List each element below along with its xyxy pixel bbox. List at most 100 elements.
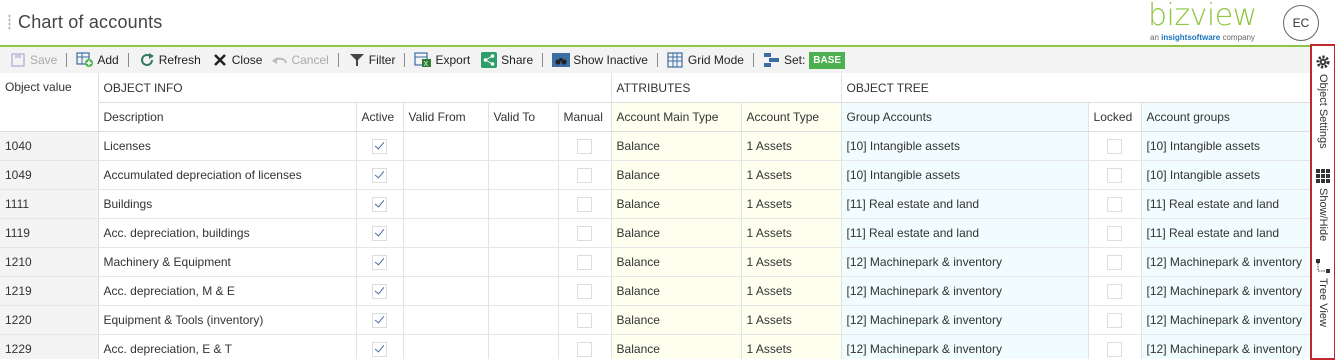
cell-account-groups[interactable]: [11] Real estate and land	[1140, 218, 1310, 248]
cell-valid-from[interactable]	[402, 276, 488, 306]
cell-account-type[interactable]: 1 Assets	[740, 305, 842, 335]
cell-manual[interactable]	[557, 189, 612, 219]
cell-account-type[interactable]: 1 Assets	[740, 334, 842, 359]
locked-checkbox[interactable]	[1107, 138, 1123, 154]
cell-valid-to[interactable]	[487, 247, 558, 277]
cell-group-accounts[interactable]: [10] Intangible assets	[840, 131, 1089, 161]
cell-account-groups[interactable]: [12] Machinepark & inventory	[1140, 247, 1310, 277]
drag-grip-icon[interactable]	[8, 14, 11, 30]
user-avatar[interactable]: EC	[1283, 5, 1319, 41]
cell-account-groups[interactable]: [12] Machinepark & inventory	[1140, 334, 1310, 359]
active-checkbox[interactable]	[372, 254, 387, 270]
column-header-group-accounts[interactable]: Group Accounts	[840, 102, 1089, 132]
cell-account-groups[interactable]: [10] Intangible assets	[1140, 131, 1310, 161]
cell-account-main-type[interactable]: Balance	[610, 189, 742, 219]
manual-checkbox[interactable]	[577, 196, 593, 212]
cell-active[interactable]	[355, 218, 403, 248]
cell-description[interactable]: Equipment & Tools (inventory)	[98, 305, 356, 335]
cell-locked[interactable]	[1087, 305, 1142, 335]
cancel-button[interactable]: Cancel	[267, 48, 331, 72]
table-row[interactable]: 1049 Accumulated depreciation of licenses…	[0, 160, 1310, 190]
cell-active[interactable]	[355, 305, 403, 335]
column-header-object-value[interactable]: Object value	[0, 73, 99, 132]
cell-manual[interactable]	[557, 218, 612, 248]
cell-object-value[interactable]: 1111	[0, 189, 99, 219]
column-header-account-type[interactable]: Account Type	[740, 102, 842, 132]
column-header-account-main-type[interactable]: Account Main Type	[610, 102, 742, 132]
manual-checkbox[interactable]	[577, 254, 593, 270]
cell-account-main-type[interactable]: Balance	[610, 218, 742, 248]
cell-manual[interactable]	[557, 334, 612, 359]
cell-valid-to[interactable]	[487, 160, 558, 190]
cell-active[interactable]	[355, 276, 403, 306]
cell-account-main-type[interactable]: Balance	[610, 334, 742, 359]
save-button[interactable]: Save	[6, 48, 60, 72]
cell-valid-to[interactable]	[487, 131, 558, 161]
cell-valid-to[interactable]	[487, 276, 558, 306]
cell-locked[interactable]	[1087, 160, 1142, 190]
cell-account-type[interactable]: 1 Assets	[740, 247, 842, 277]
add-button[interactable]: Add	[73, 48, 121, 72]
manual-checkbox[interactable]	[577, 138, 593, 154]
cell-valid-to[interactable]	[487, 189, 558, 219]
locked-checkbox[interactable]	[1107, 283, 1123, 299]
cell-account-type[interactable]: 1 Assets	[740, 160, 842, 190]
cell-manual[interactable]	[557, 276, 612, 306]
cell-description[interactable]: Buildings	[98, 189, 356, 219]
locked-checkbox[interactable]	[1107, 254, 1123, 270]
cell-group-accounts[interactable]: [12] Machinepark & inventory	[840, 247, 1089, 277]
filter-button[interactable]: Filter	[345, 48, 399, 72]
cell-description[interactable]: Accumulated depreciation of licenses	[98, 160, 356, 190]
cell-account-type[interactable]: 1 Assets	[740, 218, 842, 248]
cell-locked[interactable]	[1087, 131, 1142, 161]
locked-checkbox[interactable]	[1107, 312, 1123, 328]
cell-manual[interactable]	[557, 131, 612, 161]
column-header-active[interactable]: Active	[355, 102, 403, 132]
export-button[interactable]: X Export	[411, 48, 473, 72]
cell-valid-from[interactable]	[402, 334, 488, 359]
active-checkbox[interactable]	[372, 341, 387, 357]
cell-valid-from[interactable]	[402, 247, 488, 277]
cell-active[interactable]	[355, 247, 403, 277]
cell-account-groups[interactable]: [10] Intangible assets	[1140, 160, 1310, 190]
cell-account-main-type[interactable]: Balance	[610, 276, 742, 306]
table-row[interactable]: 1219 Acc. depreciation, M & E Balance 1 Ass…	[0, 276, 1310, 306]
cell-object-value[interactable]: 1220	[0, 305, 99, 335]
manual-checkbox[interactable]	[577, 167, 593, 183]
cell-account-type[interactable]: 1 Assets	[740, 131, 842, 161]
manual-checkbox[interactable]	[577, 225, 593, 241]
cell-manual[interactable]	[557, 160, 612, 190]
cell-account-groups[interactable]: [11] Real estate and land	[1140, 189, 1310, 219]
cell-active[interactable]	[355, 131, 403, 161]
active-checkbox[interactable]	[372, 196, 387, 212]
cell-valid-from[interactable]	[402, 189, 488, 219]
column-header-valid-to[interactable]: Valid To	[487, 102, 558, 132]
cell-description[interactable]: Acc. depreciation, buildings	[98, 218, 356, 248]
cell-locked[interactable]	[1087, 247, 1142, 277]
cell-account-groups[interactable]: [12] Machinepark & inventory	[1140, 305, 1310, 335]
close-button[interactable]: Close	[208, 48, 266, 72]
cell-account-main-type[interactable]: Balance	[610, 131, 742, 161]
share-button[interactable]: Share	[477, 48, 536, 72]
cell-object-value[interactable]: 1219	[0, 276, 99, 306]
tree-view-tab[interactable]: Tree View	[1312, 258, 1334, 327]
cell-group-accounts[interactable]: [12] Machinepark & inventory	[840, 334, 1089, 359]
cell-locked[interactable]	[1087, 276, 1142, 306]
cell-group-accounts[interactable]: [11] Real estate and land	[840, 218, 1089, 248]
manual-checkbox[interactable]	[577, 312, 593, 328]
active-checkbox[interactable]	[372, 225, 387, 241]
active-checkbox[interactable]	[372, 138, 387, 154]
cell-valid-from[interactable]	[402, 160, 488, 190]
cell-description[interactable]: Acc. depreciation, M & E	[98, 276, 356, 306]
cell-valid-to[interactable]	[487, 334, 558, 359]
cell-locked[interactable]	[1087, 334, 1142, 359]
locked-checkbox[interactable]	[1107, 225, 1123, 241]
cell-manual[interactable]	[557, 305, 612, 335]
column-header-description[interactable]: Description	[98, 102, 356, 132]
cell-active[interactable]	[355, 160, 403, 190]
refresh-button[interactable]: Refresh	[135, 48, 204, 72]
table-row[interactable]: 1111 Buildings Balance 1 Assets [11] Real es…	[0, 189, 1310, 219]
cell-description[interactable]: Acc. depreciation, E & T	[98, 334, 356, 359]
cell-group-accounts[interactable]: [12] Machinepark & inventory	[840, 305, 1089, 335]
cell-valid-to[interactable]	[487, 218, 558, 248]
